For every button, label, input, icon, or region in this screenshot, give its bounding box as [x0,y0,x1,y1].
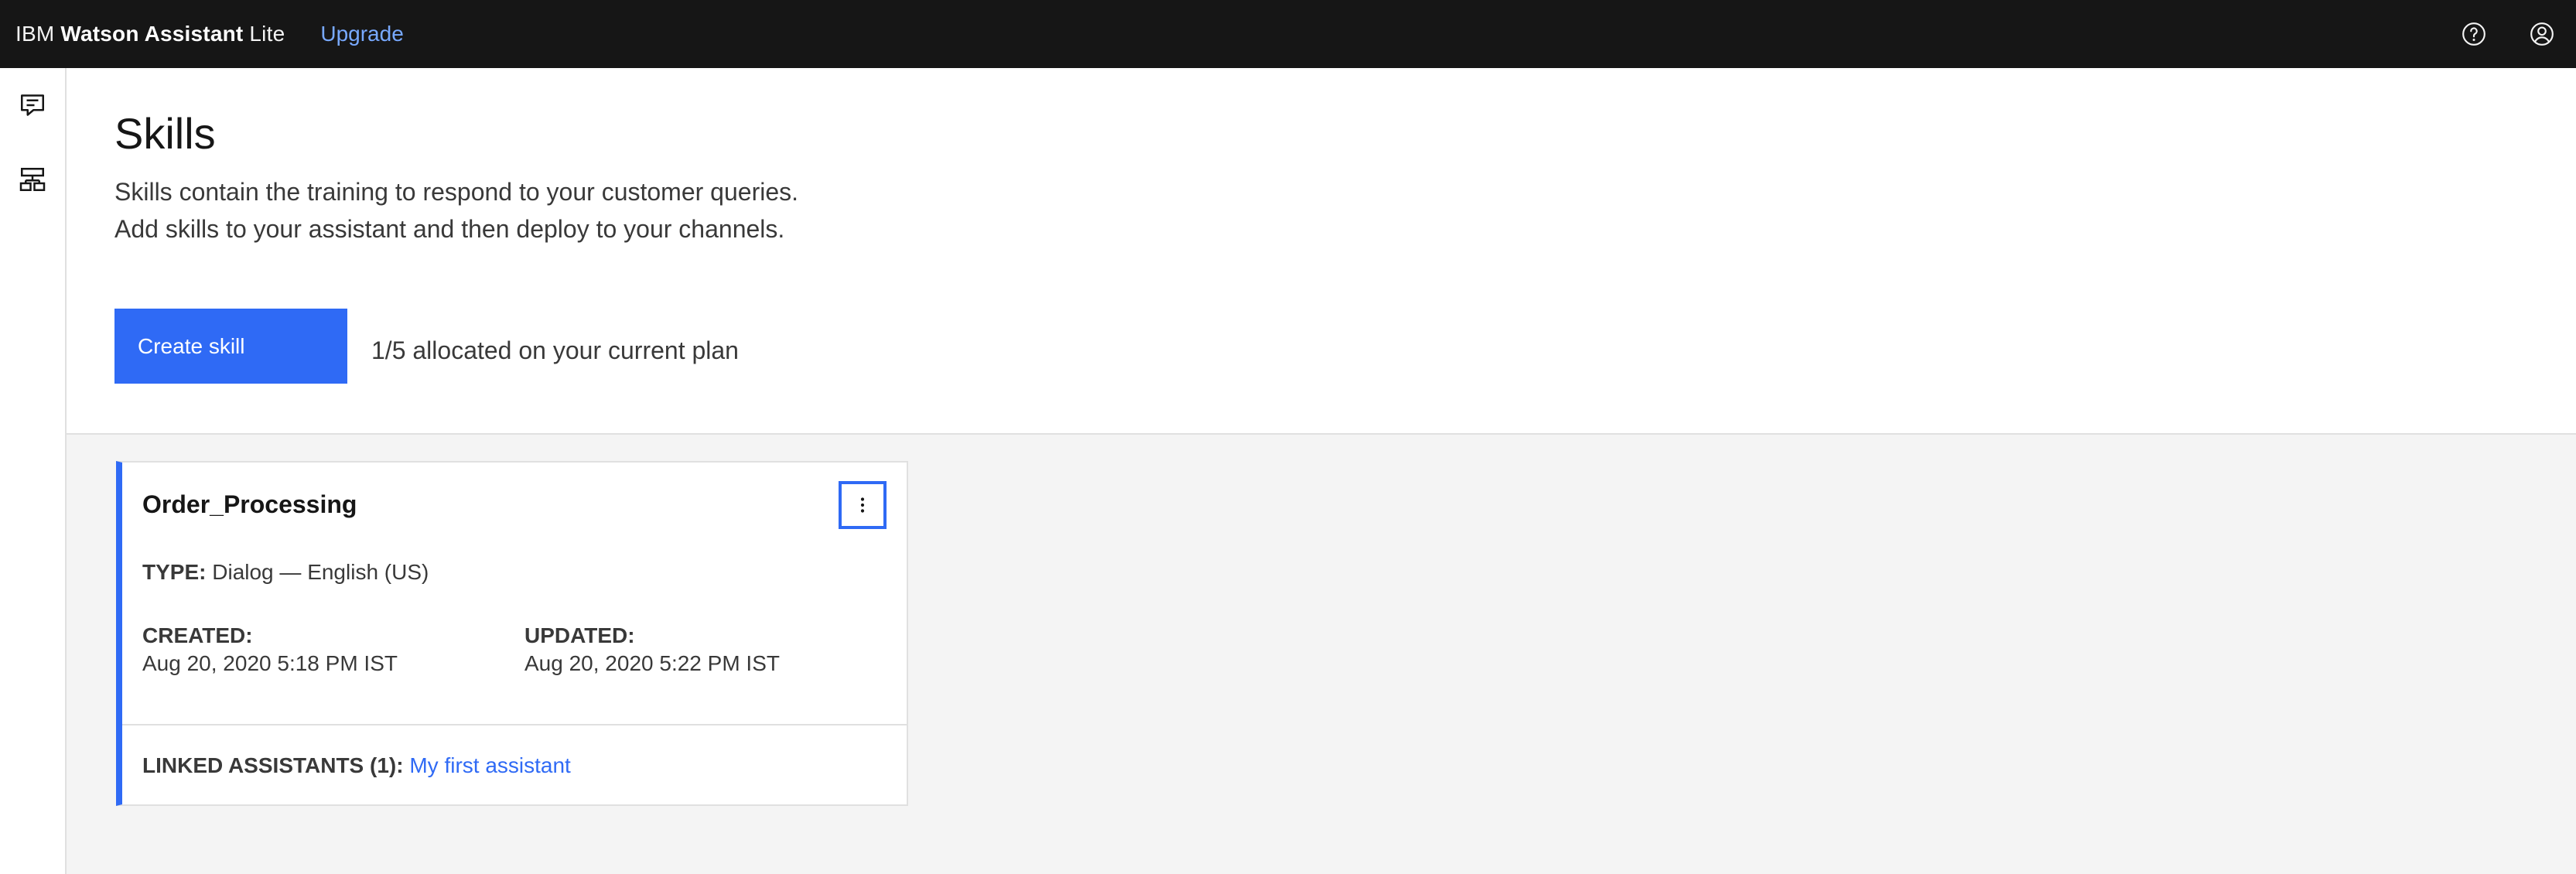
page-title: Skills [114,109,216,158]
created-value: Aug 20, 2020 5:18 PM IST [142,651,398,675]
assistants-chat-icon [21,94,44,116]
brand-plan: Lite [249,22,285,46]
brand-prefix: IBM [15,22,55,46]
type-value: Dialog — English (US) [212,560,429,584]
product-name: IBM Watson Assistant Lite [15,22,285,46]
topbar-actions [2440,0,2576,68]
linked-assistant-link[interactable]: My first assistant [409,753,570,777]
linked-assistants-label: LINKED ASSISTANTS (1): [142,753,404,777]
top-navigation-bar: IBM Watson Assistant Lite Upgrade [0,0,2576,68]
updated-info: UPDATED: Aug 20, 2020 5:22 PM IST [524,622,780,678]
type-label: TYPE: [142,560,207,584]
skills-nav-button[interactable] [0,149,65,210]
updated-value: Aug 20, 2020 5:22 PM IST [524,651,780,675]
create-skill-button[interactable]: Create skill [114,309,347,384]
skill-type: TYPE: Dialog — English (US) [142,560,429,585]
user-avatar-icon[interactable] [2508,0,2576,68]
brand-name: Watson Assistant [60,22,244,46]
upgrade-link[interactable]: Upgrade [320,22,403,46]
allocation-status: 1/5 allocated on your current plan [371,336,739,364]
page-description: Skills contain the training to respond t… [114,178,799,243]
skills-header: Skills Skills contain the training to re… [67,68,2576,435]
assistants-nav-button[interactable] [0,74,65,136]
created-info: CREATED: Aug 20, 2020 5:18 PM IST [142,622,398,678]
skill-name: Order_Processing [142,490,357,518]
card-divider [122,724,907,725]
skill-card[interactable]: Order_Processing TYPE: Dialog — English … [116,461,908,806]
skills-content-area: Order_Processing TYPE: Dialog — English … [67,435,2576,874]
side-navigation-rail [0,68,67,874]
overflow-menu-button[interactable] [839,481,887,529]
help-icon[interactable] [2440,0,2508,68]
skills-tree-icon [19,168,46,191]
updated-label: UPDATED: [524,623,635,647]
overflow-menu-icon [860,497,865,513]
linked-assistants: LINKED ASSISTANTS (1): My first assistan… [142,753,571,778]
created-label: CREATED: [142,623,253,647]
